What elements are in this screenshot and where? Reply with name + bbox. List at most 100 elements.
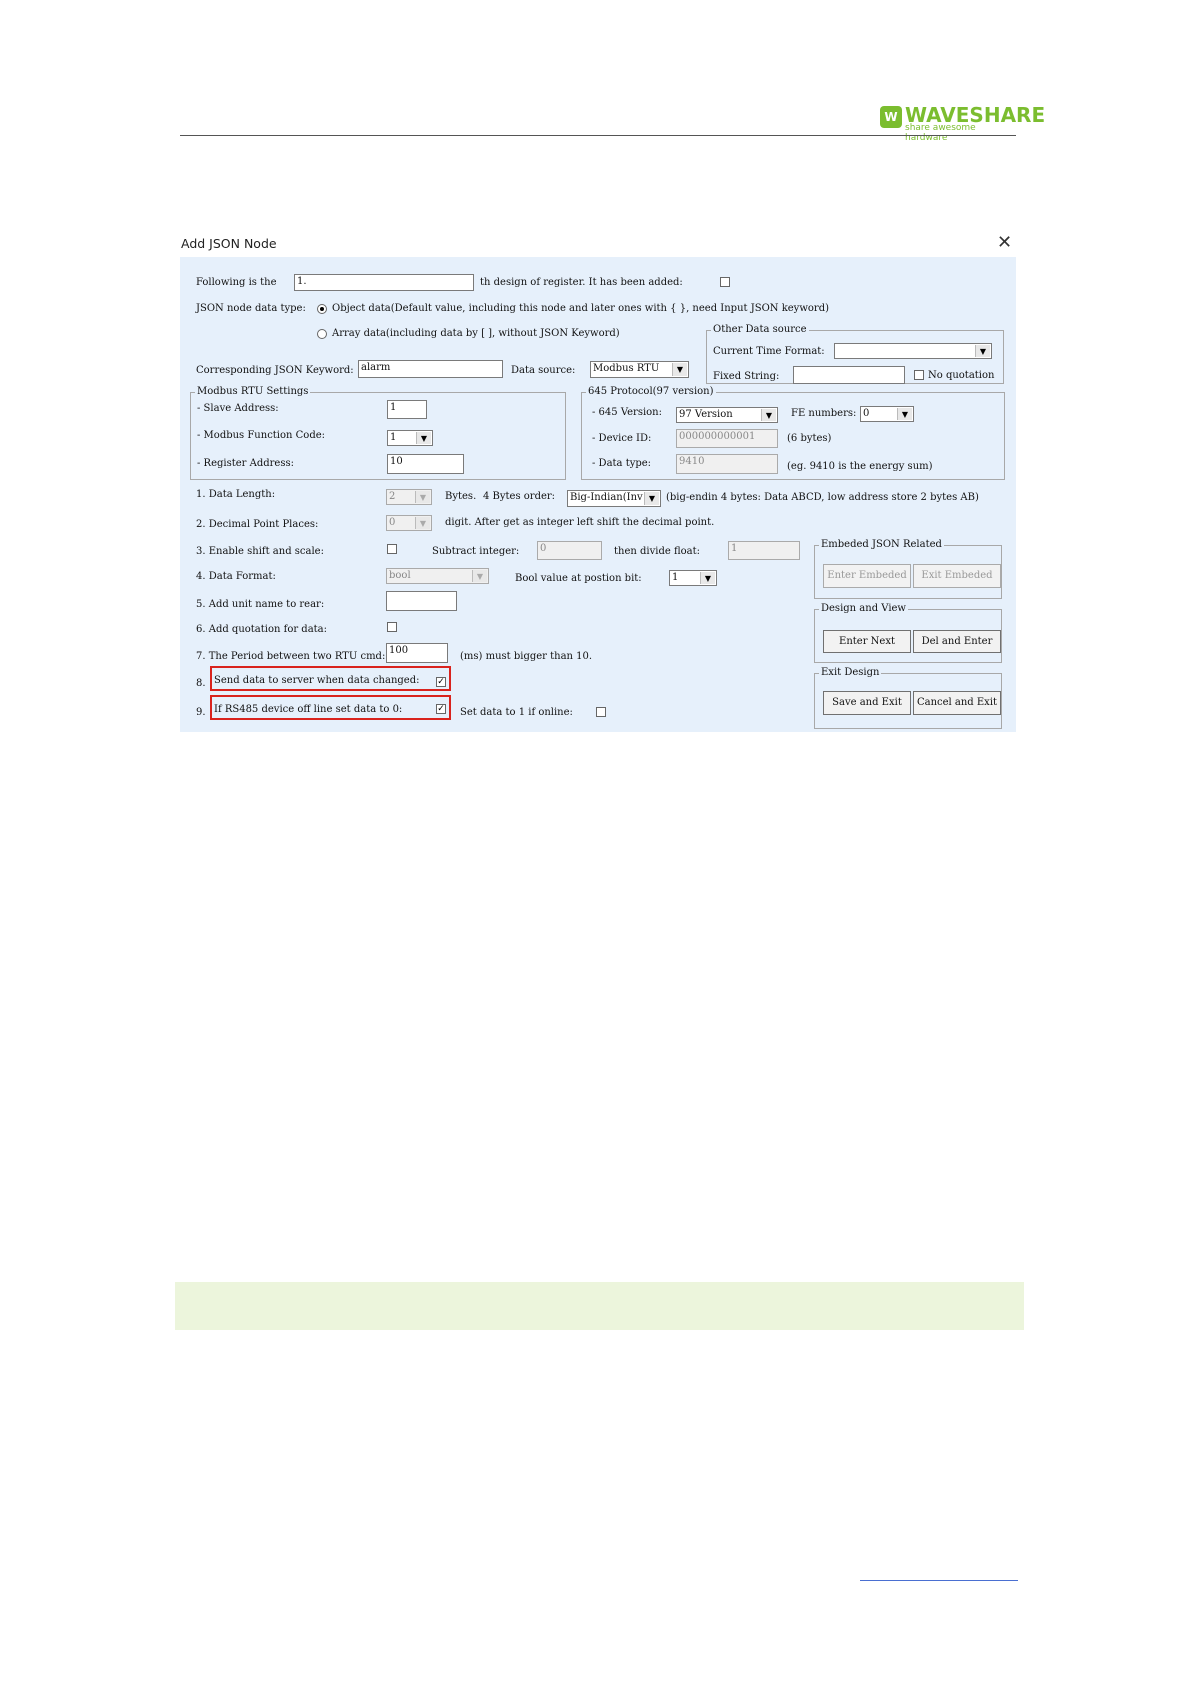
byte-order-label: 4 Bytes order: [483, 491, 556, 502]
send-label-number: 8. [196, 678, 206, 689]
register-index-field[interactable]: 1. [294, 274, 474, 291]
modbus-settings-title: Modbus RTU Settings [195, 386, 311, 398]
divide-input[interactable]: 1 [728, 541, 800, 560]
protocol-645-title: 645 Protocol(97 version) [586, 386, 716, 398]
byte-order-value: Big-Indian(Inv [570, 492, 643, 503]
decimal-hint: digit. After get as integer left shift t… [445, 517, 715, 528]
online-label: Set data to 1 if online: [460, 707, 573, 718]
save-and-exit-button[interactable]: Save and Exit [823, 691, 911, 715]
online-checkbox[interactable] [596, 707, 606, 717]
offline-label-number: 9. [196, 707, 206, 718]
fixed-string-label: Fixed String: [713, 371, 780, 382]
unit-label: 5. Add unit name to rear: [196, 599, 325, 610]
chevron-down-icon: ▼ [672, 363, 687, 376]
byte-order-hint: (big-endin 4 bytes: Data ABCD, low addre… [666, 492, 979, 503]
fe-numbers-value: 0 [863, 408, 870, 419]
time-format-label: Current Time Format: [713, 346, 825, 357]
shift-label: 3. Enable shift and scale: [196, 546, 324, 557]
send-changed-checkbox[interactable]: ✓ [436, 677, 446, 687]
logo-tagline: share awesome hardware [905, 123, 976, 143]
design-view-title: Design and View [819, 603, 908, 615]
bool-pos-select[interactable]: 1 ▼ [669, 570, 717, 586]
function-code-select[interactable]: 1 ▼ [387, 430, 433, 446]
format-value: bool [389, 570, 411, 581]
slave-address-input[interactable]: 1 [387, 400, 427, 419]
data-type-input[interactable]: 9410 [676, 454, 778, 474]
fixed-string-input[interactable] [793, 366, 905, 384]
shift-checkbox[interactable] [387, 544, 397, 554]
chevron-down-icon: ▼ [415, 491, 430, 503]
decimal-label: 2. Decimal Point Places: [196, 519, 319, 530]
enter-next-button[interactable]: Enter Next [823, 630, 911, 653]
chevron-down-icon: ▼ [416, 432, 431, 444]
subtract-label: Subtract integer: [432, 546, 520, 557]
fe-numbers-select[interactable]: 0 ▼ [860, 406, 914, 422]
array-option-label: Array data(including data by [ ], withou… [332, 328, 620, 339]
quote-checkbox[interactable] [387, 622, 397, 632]
quote-label: 6. Add quotation for data: [196, 624, 328, 635]
decimal-select[interactable]: 0 ▼ [386, 515, 432, 531]
chevron-down-icon: ▼ [472, 570, 487, 582]
function-code-label: - Modbus Function Code: [197, 430, 326, 441]
period-label: 7. The Period between two RTU cmd: [196, 651, 386, 662]
exit-embeded-button[interactable]: Exit Embeded [913, 564, 1001, 588]
data-source-label: Data source: [511, 365, 576, 376]
keyword-label: Corresponding JSON Keyword: [196, 365, 354, 376]
version-645-label: - 645 Version: [592, 407, 662, 418]
register-suffix-label: th design of register. It has been added… [480, 277, 683, 288]
no-quotation-label: No quotation [928, 370, 995, 381]
object-data-radio[interactable] [317, 304, 327, 314]
del-and-enter-button[interactable]: Del and Enter [913, 630, 1001, 653]
waveshare-logo: W WAVESHARE share awesome hardware [880, 103, 1045, 143]
register-address-input[interactable]: 10 [387, 454, 464, 474]
cancel-and-exit-button[interactable]: Cancel and Exit [913, 691, 1001, 715]
data-source-value: Modbus RTU [593, 363, 660, 374]
period-input[interactable]: 100 [386, 643, 448, 663]
radio-selected-dot [320, 307, 324, 311]
no-quotation-checkbox[interactable] [914, 370, 924, 380]
close-icon[interactable]: ✕ [997, 234, 1012, 252]
function-code-value: 1 [390, 432, 397, 443]
offline-label: If RS485 device off line set data to 0: [214, 704, 403, 715]
send-label: Send data to server when data changed: [214, 675, 420, 686]
array-data-radio[interactable] [317, 329, 327, 339]
data-source-select[interactable]: Modbus RTU ▼ [590, 361, 689, 378]
following-label: Following is the [196, 277, 277, 288]
chevron-down-icon: ▼ [975, 345, 990, 357]
enter-embeded-button[interactable]: Enter Embeded [823, 564, 911, 588]
offline-checkbox[interactable]: ✓ [436, 704, 446, 714]
fe-numbers-label: FE numbers: [791, 408, 857, 419]
note-bar [175, 1282, 1024, 1330]
other-source-group: Other Data source Current Time Format: ▼… [706, 324, 1004, 384]
data-type-hint: (eg. 9410 is the energy sum) [787, 461, 933, 472]
data-length-label: 1. Data Length: [196, 489, 276, 500]
format-label: 4. Data Format: [196, 571, 276, 582]
decimal-value: 0 [389, 517, 396, 528]
data-length-select[interactable]: 2 ▼ [386, 489, 432, 505]
device-id-label: - Device ID: [592, 433, 652, 444]
chevron-down-icon: ▼ [761, 409, 776, 421]
data-type-label: - Data type: [592, 458, 652, 469]
divide-label: then divide float: [614, 546, 700, 557]
keyword-input[interactable]: alarm [358, 360, 503, 378]
bool-pos-label: Bool value at postion bit: [515, 573, 642, 584]
device-id-input[interactable]: 000000000001 [676, 429, 778, 448]
format-select[interactable]: bool ▼ [386, 568, 489, 584]
subtract-input[interactable]: 0 [537, 541, 602, 560]
period-hint: (ms) must bigger than 10. [460, 651, 593, 662]
added-checkbox[interactable] [720, 277, 730, 287]
node-type-label: JSON node data type: [196, 303, 306, 314]
modbus-settings-group: Modbus RTU Settings - Slave Address: 1 -… [190, 386, 566, 480]
time-format-select[interactable]: ▼ [834, 343, 992, 359]
unit-input[interactable] [386, 591, 457, 611]
chevron-down-icon: ▼ [644, 492, 659, 505]
footer-link[interactable] [860, 1580, 1018, 1581]
byte-order-select[interactable]: Big-Indian(Inv ▼ [567, 490, 661, 507]
version-645-select[interactable]: 97 Version ▼ [676, 407, 778, 423]
header-divider [180, 135, 1016, 136]
device-id-hint: (6 bytes) [787, 433, 832, 444]
bool-pos-value: 1 [672, 572, 679, 583]
dialog-body: Following is the 1. th design of registe… [180, 257, 1016, 732]
design-view-group: Design and View Enter Next Del and Enter [814, 603, 1002, 663]
chevron-down-icon: ▼ [700, 572, 715, 584]
